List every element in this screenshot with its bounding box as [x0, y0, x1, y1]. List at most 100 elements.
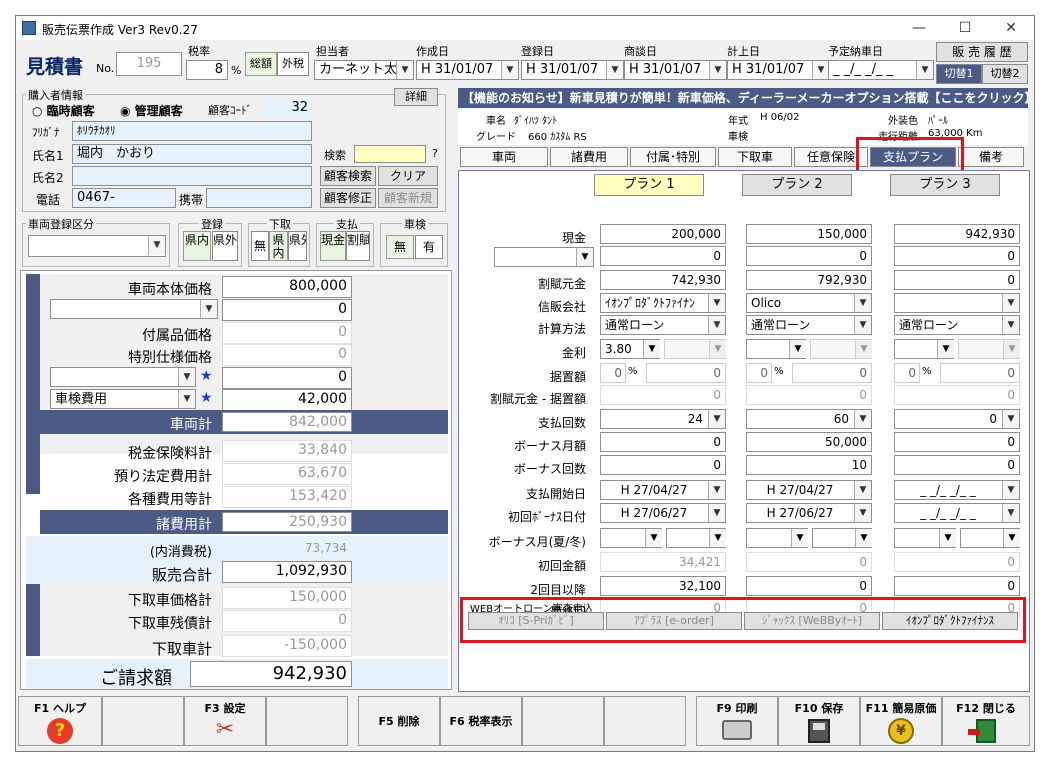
plan2-bonus_date-field[interactable]: H 27/06/27 ▼ — [746, 503, 872, 523]
plan2-bonus_amt-field[interactable]: 50,000 — [746, 432, 872, 452]
plan1-defer-pct-field[interactable]: 0 — [600, 363, 626, 383]
plan2-bonus_count-field[interactable]: 10 — [746, 455, 872, 475]
reg-out-toggle[interactable]: 県外 — [212, 231, 238, 261]
plan1-cash-field[interactable]: 200,000 — [600, 224, 726, 244]
extra2-field[interactable]: 42,000 — [222, 389, 352, 411]
plan3-defer-pct-field[interactable]: 0 — [894, 363, 920, 383]
insp-yes-toggle[interactable]: 有 — [415, 235, 443, 259]
switch1-button[interactable]: 切替1 — [936, 64, 982, 84]
registration-select[interactable]: ▼ — [28, 235, 166, 257]
plan3-bonus_count-field[interactable]: 0 — [894, 455, 1020, 475]
plan2-second-field[interactable]: 0 — [746, 576, 872, 596]
plan2-method-field[interactable]: 通常ローン ▼ — [746, 315, 872, 335]
switch2-button[interactable]: 切替2 — [982, 64, 1028, 84]
f8-empty-button[interactable] — [604, 696, 686, 746]
plan3-defer-amt-field[interactable]: 0 — [940, 363, 1020, 383]
delivery-date[interactable]: _ _/_ _/_ _ ▼ — [828, 60, 934, 80]
customer-search-button[interactable]: 顧客検索 — [320, 166, 376, 186]
plan3-company-field[interactable]: ▼ — [894, 293, 1020, 313]
plan3-method-field[interactable]: 通常ローン ▼ — [894, 315, 1020, 335]
plan2-defer-pct-field[interactable]: 0 — [746, 363, 772, 383]
f10-save-button[interactable]: F10 保存 — [778, 696, 860, 746]
created-date[interactable]: H 31/01/07 ▼ — [416, 60, 519, 80]
plan1-sub-field[interactable]: 0 — [600, 246, 726, 266]
sales-history-button[interactable]: 販 売 履 歴 — [936, 42, 1028, 62]
plan2-defer-amt-field[interactable]: 0 — [792, 363, 872, 383]
f5-delete-button[interactable]: F5 削除 — [358, 696, 440, 746]
plan1-method-field[interactable]: 通常ローン ▼ — [600, 315, 726, 335]
trade-out-toggle[interactable]: 県外 — [288, 231, 307, 261]
name1-field[interactable]: 堀内 かおり — [72, 144, 312, 164]
pay-loan-toggle[interactable]: 割賦 — [346, 231, 370, 261]
total-tax-toggle[interactable]: 総額 — [245, 52, 277, 76]
vehicle-price-field[interactable]: 800,000 — [222, 276, 352, 298]
radio-managed[interactable]: ◉ 管理顧客 — [120, 102, 183, 119]
mobile-field[interactable] — [206, 188, 312, 208]
plan1-defer-amt-field[interactable]: 0 — [646, 363, 726, 383]
detail-button[interactable]: 詳細 — [394, 88, 438, 106]
plan2-count-field[interactable]: 60 ▼ — [746, 409, 872, 429]
web-loan-aplus-button[interactable]: ｱﾌﾟﾗｽ [e-order] — [606, 612, 742, 630]
close-button[interactable]: ✕ — [988, 16, 1034, 40]
plan1-count-field[interactable]: 24 ▼ — [600, 409, 726, 429]
extra-field[interactable]: 0 — [222, 367, 352, 389]
plan1-principal-field[interactable]: 742,930 — [600, 270, 726, 290]
plan3-header[interactable]: プラン 3 — [890, 174, 1000, 196]
discount-select[interactable]: ▼ — [50, 299, 218, 319]
search-input[interactable] — [354, 145, 426, 163]
tab-expenses[interactable]: 諸費用 — [550, 147, 628, 167]
ex-tax-toggle[interactable]: 外税 — [277, 52, 309, 76]
tab-vehicle[interactable]: 車両 — [460, 147, 548, 167]
f2-empty-button[interactable] — [102, 696, 184, 746]
f9-print-button[interactable]: F9 印刷 — [696, 696, 778, 746]
registered-date[interactable]: H 31/01/07 ▼ — [521, 60, 624, 80]
f11-simple-cost-button[interactable]: F11 簡易原価 ¥ — [860, 696, 942, 746]
f3-settings-button[interactable]: F3 設定 ✂ — [184, 696, 266, 746]
f12-close-button[interactable]: F12 閉じる — [942, 696, 1030, 746]
insp-none-toggle[interactable]: 無 — [386, 235, 414, 259]
web-loan-aeon-button[interactable]: ｲｵﾝﾌﾟﾛﾀﾞｸﾄﾌｧｲﾅﾝｽ — [882, 612, 1018, 630]
customer-new-button[interactable]: 顧客新規 — [378, 188, 438, 208]
plan1-header[interactable]: プラン 1 — [594, 174, 704, 196]
plan2-sub-field[interactable]: 0 — [746, 246, 872, 266]
plan2-company-field[interactable]: Olico ▼ — [746, 293, 872, 313]
tab-notes[interactable]: 備考 — [958, 147, 1024, 167]
plan1-bonus_amt-field[interactable]: 0 — [600, 432, 726, 452]
no-field[interactable]: 195 — [116, 52, 182, 76]
plan3-sub-field[interactable]: 0 — [894, 246, 1020, 266]
plan2-cash-field[interactable]: 150,000 — [746, 224, 872, 244]
plan3-second-field[interactable]: 0 — [894, 576, 1020, 596]
plan1-second-field[interactable]: 32,100 — [600, 576, 726, 596]
trade-in-toggle[interactable]: 県内 — [269, 231, 288, 261]
phone-field[interactable]: 0467- — [72, 188, 176, 208]
f4-empty-button[interactable] — [266, 696, 348, 746]
booking-date[interactable]: H 31/01/07 ▼ — [727, 60, 830, 80]
radio-temporary[interactable]: ○ 臨時顧客 — [32, 102, 95, 119]
maximize-button[interactable]: ☐ — [942, 16, 988, 40]
tax-rate-field[interactable]: 8 — [186, 60, 228, 80]
customer-edit-button[interactable]: 顧客修正 — [320, 188, 376, 208]
extra-select[interactable]: ▼ — [50, 367, 196, 387]
plan1-bonus_date-field[interactable]: H 27/06/27 ▼ — [600, 503, 726, 523]
f1-help-button[interactable]: F1 ヘルプ? — [18, 696, 102, 746]
trade-none-toggle[interactable]: 無 — [251, 231, 269, 261]
plan3-bonus_date-field[interactable]: _ _/_ _/_ _ ▼ — [894, 503, 1020, 523]
tab-accessories[interactable]: 付属･特別 — [630, 147, 716, 167]
negotiation-date[interactable]: H 31/01/07 ▼ — [624, 60, 727, 80]
pay-cash-toggle[interactable]: 現金 — [320, 231, 346, 261]
staff-select[interactable]: カーネット太 ▼ — [314, 60, 414, 80]
extra2-select[interactable]: 車検費用 ▼ — [50, 389, 196, 409]
f6-tax-display-button[interactable]: F6 税率表示 — [440, 696, 522, 746]
plan1-start-field[interactable]: H 27/04/27 ▼ — [600, 480, 726, 500]
furigana-field[interactable]: ﾎﾘｳﾁｶｵﾘ — [72, 121, 312, 141]
name2-field[interactable] — [72, 166, 312, 186]
plan3-start-field[interactable]: _ _/_ _/_ _ ▼ — [894, 480, 1020, 500]
web-loan-olico-button[interactable]: ｵﾘｺ [S-Priｶﾞﾋﾞ] — [468, 612, 604, 630]
customer-code-field[interactable]: 32 — [264, 99, 312, 119]
clear-button[interactable]: クリア — [378, 166, 438, 186]
reg-in-toggle[interactable]: 県内 — [183, 231, 211, 261]
minimize-button[interactable]: — — [896, 16, 942, 40]
plan3-bonus_amt-field[interactable]: 0 — [894, 432, 1020, 452]
plan2-principal-field[interactable]: 792,930 — [746, 270, 872, 290]
feature-notice-banner[interactable]: 【機能のお知らせ】新車見積りが簡単！新車価格、ディーラーメーカーオプション搭載【… — [458, 88, 1028, 108]
